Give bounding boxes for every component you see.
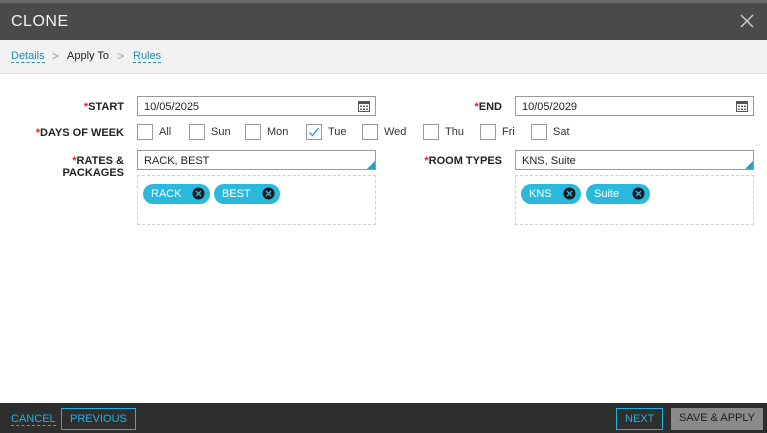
tag-best: BEST: [214, 184, 280, 204]
next-button[interactable]: NEXT: [616, 408, 664, 430]
day-checkbox-fri[interactable]: [480, 124, 496, 140]
close-icon: [740, 14, 754, 28]
resize-handle[interactable]: [745, 161, 753, 169]
days-of-week-label: *DAYS OF WEEK: [35, 127, 124, 139]
day-checkbox-sun[interactable]: [189, 124, 205, 140]
room-types-tag-area: KNS Suite: [515, 175, 754, 225]
tag-kns: KNS: [521, 184, 581, 204]
day-checkbox-tue[interactable]: [306, 124, 322, 140]
resize-handle[interactable]: [367, 161, 375, 169]
breadcrumb-details[interactable]: Details: [11, 50, 45, 63]
dialog-footer: CANCEL PREVIOUS NEXT SAVE & APPLY: [0, 403, 767, 433]
breadcrumb-separator: >: [52, 49, 60, 63]
save-apply-button[interactable]: SAVE & APPLY: [671, 408, 764, 430]
close-button[interactable]: [735, 9, 759, 33]
dialog-titlebar: CLONE: [0, 0, 767, 40]
remove-tag-icon[interactable]: [632, 187, 645, 200]
breadcrumb-rules[interactable]: Rules: [133, 50, 162, 63]
day-checkbox-thu[interactable]: [423, 124, 439, 140]
rates-packages-value: RACK, BEST: [144, 155, 210, 167]
start-label: *START: [83, 101, 124, 113]
end-date-input[interactable]: 10/05/2029: [515, 96, 754, 116]
remove-tag-icon[interactable]: [262, 187, 275, 200]
rates-packages-input[interactable]: RACK, BEST: [137, 150, 376, 170]
dialog-title: CLONE: [11, 13, 69, 30]
breadcrumb: Details > Apply To > Rules: [0, 40, 767, 74]
check-icon: [309, 127, 320, 137]
room-types-input[interactable]: KNS, Suite: [515, 150, 754, 170]
breadcrumb-apply-to: Apply To: [67, 50, 109, 62]
day-checkbox-mon[interactable]: [245, 124, 261, 140]
rates-packages-tag-area: RACK BEST: [137, 175, 376, 225]
end-date-value: 10/05/2029: [522, 101, 578, 113]
room-types-label: *ROOM TYPES: [424, 155, 502, 167]
previous-button[interactable]: PREVIOUS: [61, 408, 136, 430]
tag-rack: RACK: [143, 184, 210, 204]
calendar-icon[interactable]: [736, 100, 748, 112]
remove-tag-icon[interactable]: [563, 187, 576, 200]
cancel-button[interactable]: CANCEL: [11, 413, 56, 426]
start-date-value: 10/05/2025: [144, 101, 200, 113]
room-types-value: KNS, Suite: [522, 155, 576, 167]
day-checkbox-sat[interactable]: [531, 124, 547, 140]
breadcrumb-separator: >: [117, 49, 125, 63]
start-date-input[interactable]: 10/05/2025: [137, 96, 376, 116]
day-checkbox-wed[interactable]: [362, 124, 378, 140]
rates-packages-label: *RATES & PACKAGES: [62, 155, 124, 179]
remove-tag-icon[interactable]: [192, 187, 205, 200]
calendar-icon[interactable]: [358, 100, 370, 112]
day-checkbox-all[interactable]: [137, 124, 153, 140]
tag-suite: Suite: [586, 184, 650, 204]
end-label: *END: [474, 101, 502, 113]
